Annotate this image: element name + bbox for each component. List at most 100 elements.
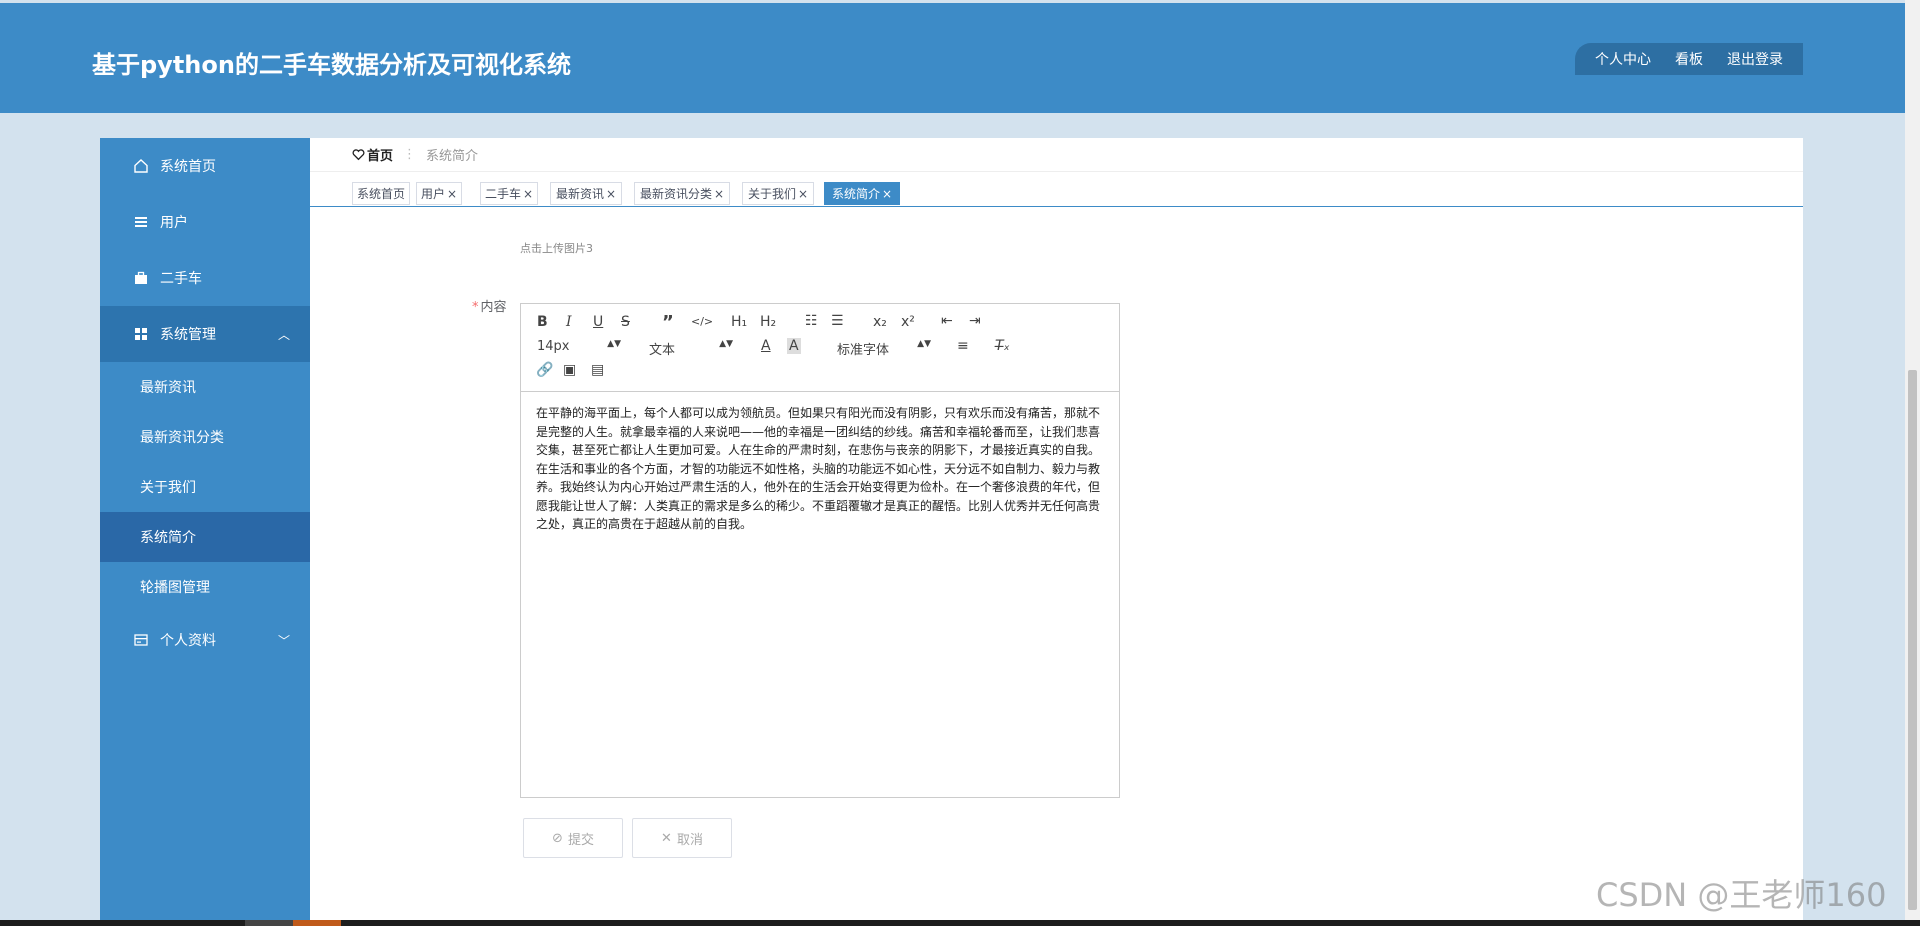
sidebar-item-home[interactable]: 系统首页 [100, 138, 310, 194]
submit-button[interactable]: ⊘ 提交 [523, 818, 623, 858]
taskbar-item[interactable] [245, 920, 293, 926]
sidebar-subitem-news[interactable]: 最新资讯 [100, 362, 310, 412]
block-type-value: 文本 [649, 343, 676, 358]
blockquote-icon[interactable]: ” [662, 312, 674, 333]
home-icon [132, 157, 150, 175]
required-mark: * [472, 300, 479, 315]
font-size-value: 14px [537, 339, 570, 354]
tab-label: 关于我们 [747, 187, 796, 201]
underline-icon[interactable]: U [593, 314, 603, 330]
strikethrough-icon[interactable]: S [621, 314, 630, 330]
close-icon: ✕ [661, 830, 672, 846]
sidebar-item-label: 个人资料 [160, 633, 216, 649]
sidebar-item-label: 系统管理 [160, 327, 216, 343]
tab-close-icon[interactable]: × [447, 187, 457, 201]
upload-hint[interactable]: 点击上传图片3 [520, 240, 593, 256]
select-arrows-icon: ▲▼ [917, 339, 931, 349]
bold-icon[interactable]: B [537, 314, 548, 330]
select-arrows-icon: ▲▼ [719, 339, 733, 349]
bullet-list-icon[interactable]: ☰ [831, 313, 844, 329]
indent-icon[interactable]: ⇥ [969, 313, 981, 329]
chevron-up-icon: ︿ [277, 328, 290, 342]
block-type-select[interactable]: 文本 ▲▼ [649, 339, 733, 358]
list-icon [132, 213, 150, 231]
top-header: 基于python的二手车数据分析及可视化系统 个人中心 看板 退出登录 [0, 3, 1905, 113]
tabs-bar: 系统首页 用户 × 二手车 × 最新资讯 × 最新资讯分类 × 关于我们 × 系统简介 × [310, 172, 1803, 207]
breadcrumb-home-label: 首页 [367, 149, 394, 164]
nav-dashboard-link[interactable]: 看板 [1675, 49, 1703, 69]
sidebar-item-label: 二手车 [160, 271, 202, 287]
sidebar-subitem-about-us[interactable]: 关于我们 [100, 462, 310, 512]
tab-used-cars[interactable]: 二手车 × [480, 182, 538, 205]
chevron-down-icon: ﹀ [277, 634, 290, 648]
sidebar-item-users[interactable]: 用户 [100, 194, 310, 250]
rich-text-editor: B I U S ” </> H₁ H₂ ☷ ☰ x₂ x² ⇤ ⇥ 14px ▲▼… [520, 303, 1120, 798]
nav-profile-link[interactable]: 个人中心 [1595, 49, 1651, 69]
editor-toolbar: B I U S ” </> H₁ H₂ ☷ ☰ x₂ x² ⇤ ⇥ 14px ▲▼… [521, 304, 1119, 392]
top-nav: 个人中心 看板 退出登录 [1575, 43, 1803, 75]
scrollbar-thumb[interactable] [1908, 370, 1917, 910]
subscript-icon[interactable]: x₂ [873, 314, 887, 330]
heart-icon [352, 149, 365, 161]
background-color-icon[interactable]: A [787, 338, 801, 354]
breadcrumb: 首页 ⋮ 系统简介 [310, 138, 1803, 172]
sidebar-item-label: 用户 [160, 215, 188, 231]
sidebar-item-used-cars[interactable]: 二手车 [100, 250, 310, 306]
tab-news-category[interactable]: 最新资讯分类 × [634, 182, 730, 205]
font-family-value: 标准字体 [837, 343, 890, 358]
breadcrumb-current: 系统简介 [426, 149, 479, 164]
image-icon[interactable]: ▣ [563, 362, 576, 378]
breadcrumb-home[interactable]: 首页 [352, 145, 393, 164]
code-block-icon[interactable]: </> [691, 315, 713, 328]
vertical-scrollbar[interactable] [1905, 0, 1920, 926]
superscript-icon[interactable]: x² [901, 314, 915, 330]
align-icon[interactable]: ≡ [957, 338, 969, 354]
tab-system-intro[interactable]: 系统简介 × [824, 182, 900, 205]
link-icon[interactable]: 🔗 [536, 362, 553, 378]
tab-about-us[interactable]: 关于我们 × [742, 182, 814, 205]
breadcrumb-separator: ⋮ [403, 147, 417, 162]
content-label-text: 内容 [480, 300, 507, 315]
tab-close-icon[interactable]: × [714, 187, 724, 201]
tab-label: 二手车 [484, 187, 521, 201]
sidebar-subitem-system-intro[interactable]: 系统简介 [100, 512, 310, 562]
tab-news[interactable]: 最新资讯 × [550, 182, 622, 205]
sidebar-item-label: 系统首页 [160, 159, 216, 175]
taskbar-item[interactable] [293, 920, 341, 926]
sidebar-item-profile[interactable]: 个人资料 ﹀ [100, 612, 310, 668]
tab-label: 最新资讯分类 [639, 187, 712, 201]
editor-content[interactable]: 在平静的海平面上，每个人都可以成为领航员。但如果只有阳光而没有阴影，只有欢乐而没… [521, 392, 1119, 546]
tab-label: 系统首页 [356, 187, 405, 201]
nav-logout-link[interactable]: 退出登录 [1727, 49, 1783, 69]
outdent-icon[interactable]: ⇤ [941, 313, 953, 329]
font-color-icon[interactable]: A [761, 338, 771, 354]
content-field-label: * 内容 [472, 296, 507, 315]
sidebar: 系统首页 用户 二手车 系统管理 ︿ 最新资讯 最新资讯分类 关于我们 系统简介… [100, 138, 310, 926]
sidebar-subitem-carousel[interactable]: 轮播图管理 [100, 562, 310, 612]
main-panel: 首页 ⋮ 系统简介 系统首页 用户 × 二手车 × 最新资讯 × 最新资讯分类 × 关于… [310, 138, 1803, 926]
tab-users[interactable]: 用户 × [416, 182, 462, 205]
id-card-icon [132, 631, 150, 649]
tab-label: 最新资讯 [555, 187, 604, 201]
tab-close-icon[interactable]: × [606, 187, 616, 201]
clear-format-icon[interactable]: T̶ₓ [995, 338, 1010, 354]
tab-label: 系统简介 [831, 187, 880, 201]
tab-close-icon[interactable]: × [523, 187, 533, 201]
select-arrows-icon: ▲▼ [607, 339, 621, 349]
site-title: 基于python的二手车数据分析及可视化系统 [92, 51, 571, 79]
heading-1-icon[interactable]: H₁ [731, 314, 747, 330]
font-family-select[interactable]: 标准字体 ▲▼ [837, 339, 931, 358]
font-size-select[interactable]: 14px ▲▼ [537, 339, 621, 354]
tab-close-icon[interactable]: × [798, 187, 808, 201]
tab-close-icon[interactable]: × [882, 187, 892, 201]
ordered-list-icon[interactable]: ☷ [805, 313, 818, 329]
sidebar-subitem-news-category[interactable]: 最新资讯分类 [100, 412, 310, 462]
submit-label: 提交 [567, 832, 594, 848]
sidebar-item-system-management[interactable]: 系统管理 ︿ [100, 306, 310, 362]
cancel-button[interactable]: ✕ 取消 [632, 818, 732, 858]
tab-label: 用户 [420, 187, 445, 201]
tab-home[interactable]: 系统首页 [352, 182, 410, 205]
italic-icon[interactable]: I [566, 314, 572, 330]
video-icon[interactable]: ▤ [591, 362, 604, 378]
heading-2-icon[interactable]: H₂ [760, 314, 776, 330]
